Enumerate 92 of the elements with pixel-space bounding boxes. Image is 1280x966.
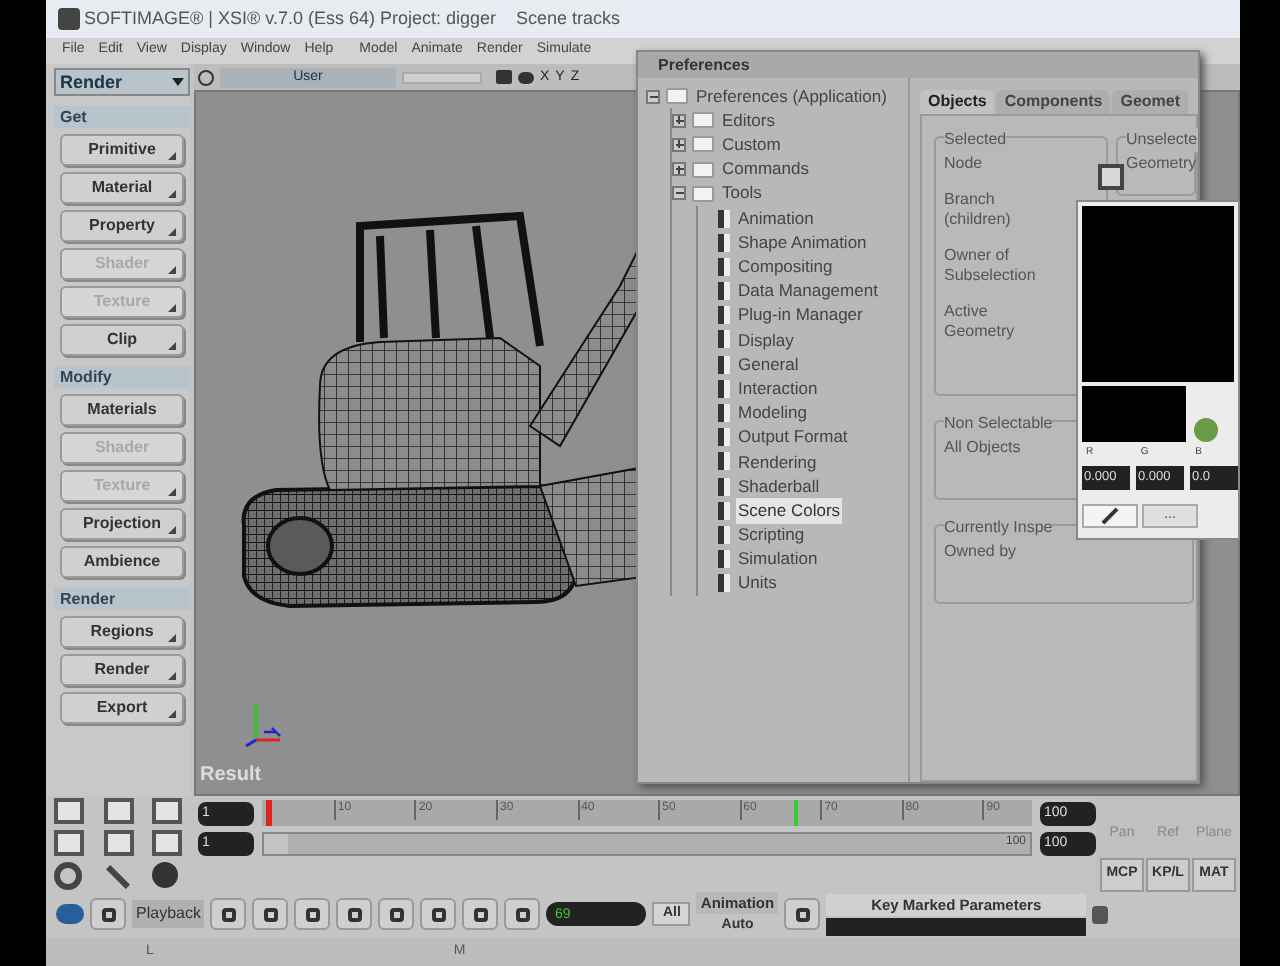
folder-icon: [692, 185, 714, 202]
tree-item[interactable]: General: [736, 351, 801, 378]
tree-item[interactable]: Shape Animation: [736, 229, 869, 256]
menu-arrow-icon: [168, 526, 176, 535]
group-row-label: Geometry: [1126, 154, 1198, 174]
group-row-label: Owned by: [944, 542, 1019, 562]
menu-arrow-icon: [168, 190, 176, 199]
tree-item[interactable]: Rendering: [736, 449, 819, 475]
check-icon[interactable]: [1194, 418, 1218, 442]
tree-item[interactable]: Editors: [720, 107, 777, 134]
viewport-letter-icon[interactable]: [198, 69, 214, 86]
eyedropper-button[interactable]: [1082, 503, 1138, 527]
scene-name: Scene tracks: [516, 5, 621, 32]
tree-item[interactable]: Tools: [720, 180, 764, 207]
tab[interactable]: Objects: [920, 90, 995, 114]
node-color-swatch[interactable]: [1098, 164, 1124, 190]
tree-item[interactable]: Commands: [720, 156, 811, 183]
layout-icon[interactable]: [103, 830, 134, 857]
section-header: Render: [54, 588, 190, 611]
current-frame-marker[interactable]: [793, 800, 798, 827]
group-row-label: Node: [944, 154, 985, 174]
menu-arrow-icon: [168, 710, 176, 719]
key-field[interactable]: [826, 917, 1087, 936]
tree-item[interactable]: Units: [736, 570, 779, 597]
tree-item[interactable]: Shaderball: [736, 473, 822, 499]
tool-button[interactable]: Primitive: [60, 134, 184, 167]
tree-item[interactable]: Data Management: [736, 278, 880, 304]
menu-arrow-icon: [168, 342, 176, 351]
layout-icon[interactable]: [54, 830, 84, 857]
tree-item[interactable]: Custom: [720, 132, 783, 158]
expand-icon[interactable]: [672, 113, 686, 128]
tool-button[interactable]: Materials: [60, 394, 184, 427]
menu-arrow-icon: [168, 304, 176, 313]
collapse-icon[interactable]: [672, 186, 686, 201]
viewport-label: Result: [200, 762, 264, 791]
tree-item[interactable]: Plug-in Manager: [736, 302, 865, 329]
mode-dropdown[interactable]: Render: [54, 68, 190, 97]
range-start-marker: [266, 800, 272, 827]
menu-arrow-icon: [168, 152, 176, 161]
tool-button[interactable]: Ambience: [60, 546, 184, 579]
folder-icon: [666, 88, 688, 105]
group-title: Currently Inspe: [944, 516, 1053, 540]
tree-item[interactable]: Compositing: [736, 254, 835, 280]
layout-icon[interactable]: [152, 798, 183, 825]
layout-icon[interactable]: [103, 798, 134, 825]
tree-item[interactable]: Simulation: [736, 546, 820, 573]
toggle-icon[interactable]: [56, 904, 84, 925]
menu-arrow-icon: [168, 488, 176, 497]
layout-icon[interactable]: [54, 798, 84, 825]
playback-button[interactable]: Playback: [132, 900, 205, 929]
group-row-label: Branch (children): [944, 190, 1013, 230]
group-row-label: All Objects: [944, 438, 1023, 458]
tab[interactable]: Geomet: [1112, 90, 1189, 114]
menu-arrow-icon: [168, 672, 176, 681]
tool-button[interactable]: Property: [60, 210, 184, 243]
tree-item[interactable]: Scene Colors: [736, 497, 843, 524]
folder-icon: [692, 161, 714, 178]
expand-icon[interactable]: [672, 162, 686, 177]
tool-button[interactable]: Render: [60, 654, 184, 687]
dropdown-arrow-icon: [172, 78, 184, 87]
folder-icon: [692, 136, 714, 153]
section-header: Modify: [54, 366, 190, 389]
tree-item[interactable]: Output Format: [736, 424, 850, 451]
app-logo-icon: [58, 7, 80, 30]
dialog-title: Preferences: [638, 52, 1198, 78]
window-title: SOFTIMAGE® | XSI® v.7.0 (Ess 64) Project: digger: [84, 5, 496, 32]
tree-item[interactable]: Scripting: [736, 522, 807, 548]
color-swatch: [1082, 386, 1186, 442]
tool-button[interactable]: Export: [60, 692, 184, 725]
tree-item[interactable]: Modeling: [736, 400, 809, 426]
tab[interactable]: Components: [996, 90, 1111, 114]
tool-button[interactable]: Projection: [60, 508, 184, 541]
section-header: Get: [54, 106, 190, 129]
tool-button[interactable]: Clip: [60, 324, 184, 357]
tree-item[interactable]: Animation: [736, 205, 816, 231]
tool-button[interactable]: Material: [60, 172, 184, 205]
tool-button[interactable]: Regions: [60, 616, 184, 649]
eyedropper-icon: [1101, 506, 1119, 524]
menu-arrow-icon: [168, 266, 176, 275]
expand-icon[interactable]: [672, 137, 686, 152]
range-slider-fill[interactable]: [264, 833, 1030, 854]
tree-item[interactable]: Display: [736, 327, 796, 353]
tree-item[interactable]: Interaction: [736, 375, 820, 402]
menu-arrow-icon: [168, 634, 176, 643]
folder-icon: [692, 112, 714, 129]
group-title: Unselecte: [1126, 128, 1198, 152]
layout-icon[interactable]: [152, 830, 183, 857]
group-row-label: Owner of Subselection: [944, 246, 1038, 286]
menu-arrow-icon: [168, 228, 176, 237]
collapse-icon[interactable]: [646, 89, 660, 104]
group-row-label: Active Geometry: [944, 302, 1017, 342]
tree-item[interactable]: Preferences (Application): [694, 83, 889, 109]
